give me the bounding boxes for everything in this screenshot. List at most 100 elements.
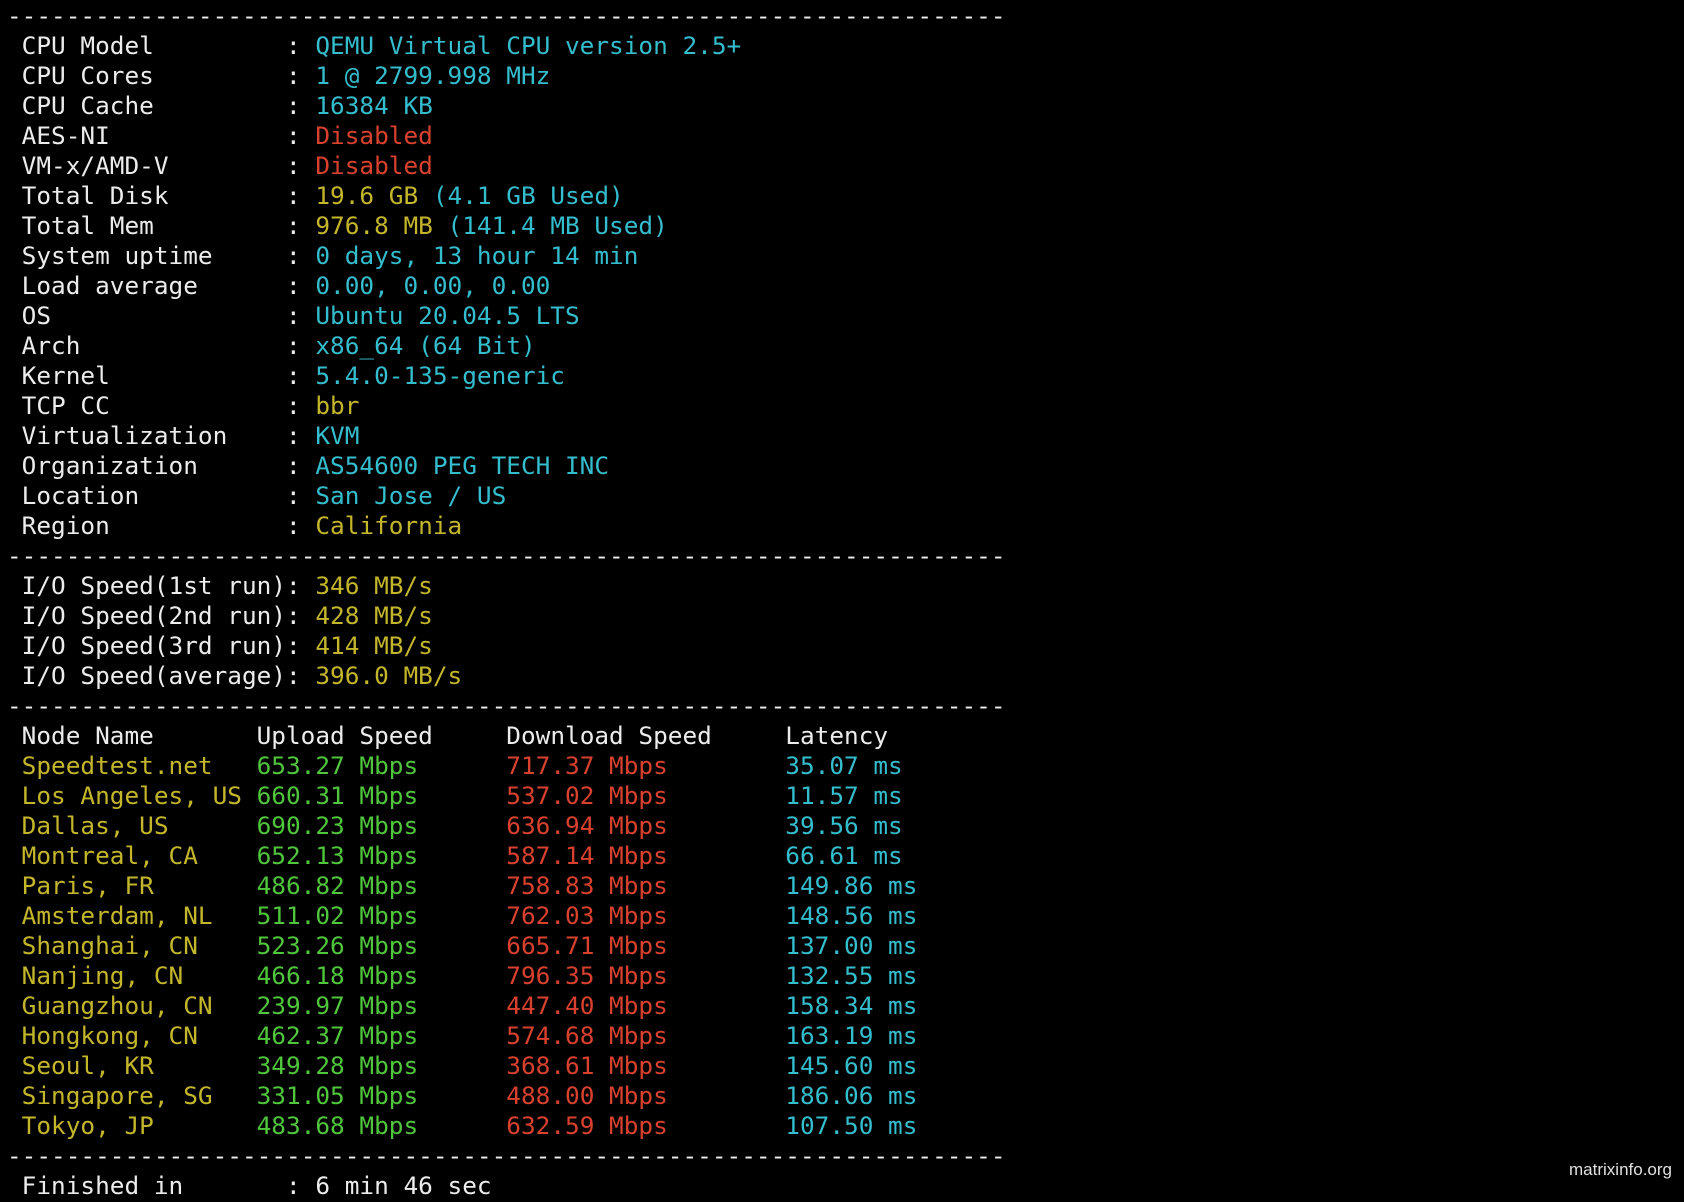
latency: 66.61 ms <box>785 841 903 870</box>
upload-speed: 653.27 Mbps <box>256 751 419 780</box>
finished-value: 6 min 46 sec <box>315 1171 492 1200</box>
column-header: Latency <box>785 721 889 750</box>
info-value: San Jose / US <box>315 481 506 511</box>
info-value: 5.4.0-135-generic <box>315 361 565 391</box>
info-value-part: 0 days, 13 hour 14 min <box>315 241 639 270</box>
download-speed: 717.37 Mbps <box>506 751 668 780</box>
latency: 35.07 ms <box>785 751 903 780</box>
upload-speed: 349.28 Mbps <box>256 1051 419 1080</box>
upload-speed: 523.26 Mbps <box>256 931 419 960</box>
info-value-part: Disabled <box>315 151 433 180</box>
download-speed: 632.59 Mbps <box>506 1111 668 1140</box>
node-name: Los Angeles, US <box>21 781 242 810</box>
upload-speed: 660.31 Mbps <box>256 781 419 810</box>
info-value: 976.8 MB (141.4 MB Used) <box>315 211 667 241</box>
latency: 163.19 ms <box>785 1021 918 1050</box>
download-speed: 537.02 Mbps <box>506 781 668 810</box>
info-label: AES-NI <box>21 121 110 150</box>
colon: : <box>286 661 301 690</box>
download-speed: 368.61 Mbps <box>506 1051 668 1080</box>
node-name: Tokyo, JP <box>21 1111 154 1140</box>
info-value: KVM <box>315 421 359 451</box>
info-value-part: (4.1 GB Used) <box>418 181 624 210</box>
separator-line: ----------------------------------------… <box>7 1141 1006 1170</box>
info-value-part: bbr <box>315 391 360 420</box>
node-name: Nanjing, CN <box>21 961 184 990</box>
io-value: 346 MB/s <box>315 571 433 600</box>
column-header: Upload Speed <box>256 721 433 750</box>
info-value-part: x86_64 (64 Bit) <box>315 331 536 360</box>
info-value: x86_64 (64 Bit) <box>315 331 535 361</box>
download-speed: 758.83 Mbps <box>506 871 668 900</box>
io-label: I/O Speed(average) <box>21 661 286 690</box>
colon: : <box>286 571 301 600</box>
node-name: Amsterdam, NL <box>21 901 213 930</box>
info-label: System uptime <box>21 241 213 270</box>
colon: : <box>286 361 301 390</box>
io-label: I/O Speed(1st run) <box>21 571 286 600</box>
info-label: OS <box>21 301 52 330</box>
latency: 39.56 ms <box>785 811 903 840</box>
info-value: Disabled <box>315 121 432 151</box>
node-name: Paris, FR <box>21 871 154 900</box>
colon: : <box>286 1171 301 1200</box>
separator-line: ----------------------------------------… <box>7 1 1006 30</box>
colon: : <box>286 31 301 60</box>
info-value-part: 1 @ 2799.998 MHz <box>315 61 551 90</box>
info-label: Organization <box>21 451 198 480</box>
colon: : <box>286 421 301 450</box>
latency: 107.50 ms <box>785 1111 918 1140</box>
info-value: 0.00, 0.00, 0.00 <box>315 271 550 301</box>
download-speed: 636.94 Mbps <box>506 811 668 840</box>
download-speed: 447.40 Mbps <box>506 991 668 1020</box>
download-speed: 587.14 Mbps <box>506 841 668 870</box>
download-speed: 574.68 Mbps <box>506 1021 668 1050</box>
upload-speed: 690.23 Mbps <box>256 811 419 840</box>
upload-speed: 483.68 Mbps <box>256 1111 419 1140</box>
info-label: Kernel <box>21 361 110 390</box>
io-value: 396.0 MB/s <box>315 661 463 690</box>
info-label: VM-x/AMD-V <box>21 151 169 180</box>
colon: : <box>286 151 301 180</box>
colon: : <box>286 631 301 660</box>
latency: 137.00 ms <box>785 931 918 960</box>
io-label: I/O Speed(3rd run) <box>21 631 286 660</box>
colon: : <box>286 511 301 540</box>
node-name: Guangzhou, CN <box>21 991 213 1020</box>
node-name: Hongkong, CN <box>21 1021 198 1050</box>
info-value-part: 5.4.0-135-generic <box>315 361 565 390</box>
latency: 186.06 ms <box>785 1081 918 1110</box>
node-name: Shanghai, CN <box>21 931 198 960</box>
info-value-part: KVM <box>315 421 360 450</box>
info-label: Total Disk <box>21 181 169 210</box>
node-name: Seoul, KR <box>21 1051 154 1080</box>
colon: : <box>286 91 301 120</box>
colon: : <box>286 181 301 210</box>
column-header: Download Speed <box>506 721 712 750</box>
info-value-part: Ubuntu 20.04.5 LTS <box>315 301 580 330</box>
info-value: QEMU Virtual CPU version 2.5+ <box>315 31 741 61</box>
separator-line: ----------------------------------------… <box>7 691 1006 720</box>
io-label: I/O Speed(2nd run) <box>21 601 286 630</box>
info-value: 0 days, 13 hour 14 min <box>315 241 638 271</box>
info-value-part: (141.4 MB Used) <box>432 211 668 240</box>
info-label: Arch <box>21 331 81 360</box>
colon: : <box>286 61 301 90</box>
upload-speed: 652.13 Mbps <box>256 841 419 870</box>
upload-speed: 462.37 Mbps <box>256 1021 419 1050</box>
download-speed: 796.35 Mbps <box>506 961 668 990</box>
info-value-part: Disabled <box>315 121 433 150</box>
info-label: Total Mem <box>21 211 154 240</box>
info-value: 19.6 GB (4.1 GB Used) <box>315 181 623 211</box>
colon: : <box>286 601 301 630</box>
info-value: 16384 KB <box>315 91 432 121</box>
upload-speed: 331.05 Mbps <box>256 1081 419 1110</box>
info-label: Virtualization <box>21 421 228 450</box>
colon: : <box>286 241 301 270</box>
info-value-part: 19.6 GB <box>315 181 419 210</box>
info-value: AS54600 PEG TECH INC <box>315 451 609 481</box>
io-value: 414 MB/s <box>315 631 433 660</box>
upload-speed: 466.18 Mbps <box>256 961 419 990</box>
latency: 145.60 ms <box>785 1051 918 1080</box>
info-value: 1 @ 2799.998 MHz <box>315 61 550 91</box>
